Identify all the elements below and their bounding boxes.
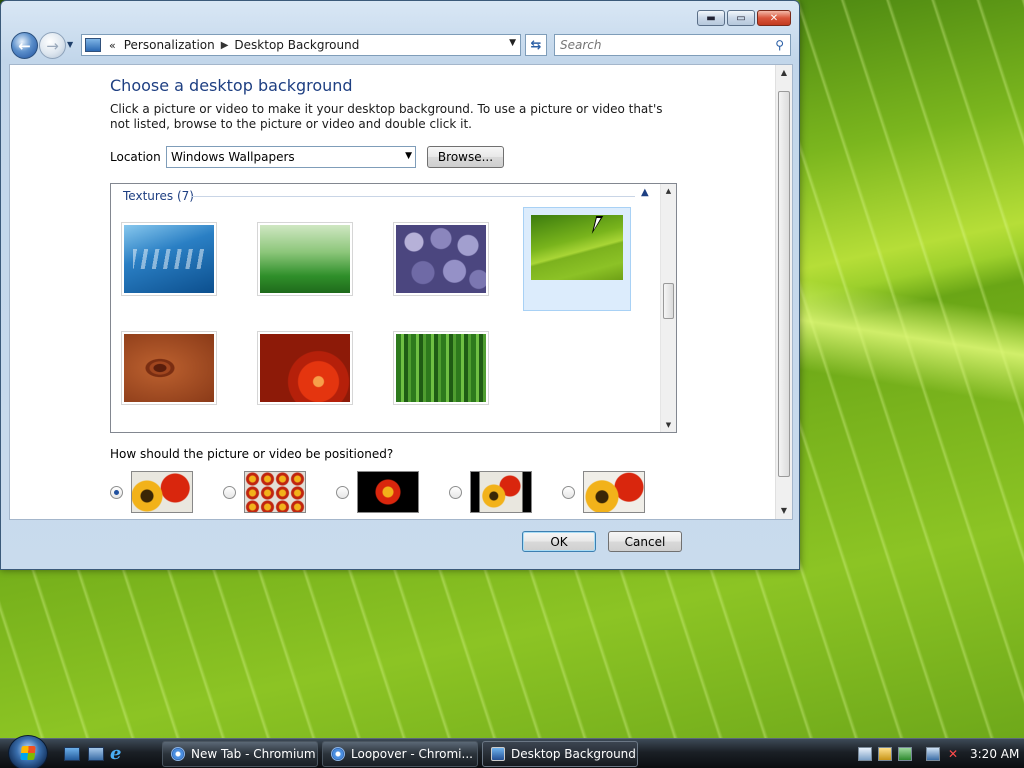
taskbar-item-desktop-background[interactable]: Desktop Background — [482, 741, 638, 767]
position-option-fit[interactable] — [449, 471, 532, 513]
tray-update-icon[interactable] — [898, 747, 912, 761]
taskbar-item-label: Desktop Background — [511, 747, 636, 761]
stretch-radio[interactable] — [562, 485, 575, 499]
content-scrollbar[interactable]: ▲ ▼ — [775, 65, 792, 519]
breadcrumb-personalization[interactable]: Personalization — [124, 38, 215, 52]
fill-preview[interactable] — [131, 471, 193, 513]
scroll-up-icon[interactable]: ▲ — [776, 65, 792, 81]
scroll-down-icon[interactable]: ▼ — [776, 503, 792, 519]
taskbar-item-label: Loopover - Chromi... — [351, 747, 473, 761]
scroll-up-icon[interactable]: ▲ — [661, 184, 676, 198]
back-arrow-icon: ← — [18, 36, 31, 55]
taskbar: e New Tab - Chromium Loopover - Chromi..… — [0, 735, 1024, 768]
close-button[interactable]: ✕ — [757, 10, 791, 26]
location-value: Windows Wallpapers — [171, 150, 295, 164]
maximize-button[interactable]: ▭ — [727, 10, 755, 26]
wallpaper-tile-bamboo[interactable] — [393, 331, 489, 405]
wallpaper-gallery: Textures (7) ▲ ▲ ▼ — [110, 183, 677, 433]
wallpaper-tile-grass[interactable] — [257, 222, 353, 296]
network-icon[interactable] — [926, 747, 940, 761]
stretch-preview[interactable] — [583, 471, 645, 513]
location-dropdown[interactable]: Windows Wallpapers ▼ — [166, 146, 416, 168]
tray-app-icon[interactable] — [858, 747, 872, 761]
search-box[interactable]: ⚲ — [554, 34, 791, 56]
switch-windows-icon[interactable] — [88, 747, 104, 761]
page-description: Click a picture or video to make it your… — [110, 102, 663, 131]
back-button[interactable]: ← — [11, 32, 38, 59]
position-option-fill[interactable] — [110, 471, 193, 513]
refresh-icon: ⇆ — [530, 37, 542, 53]
content-pane: Choose a desktop background Click a pict… — [9, 64, 793, 520]
forward-button[interactable]: → — [39, 32, 66, 59]
wallpaper-tile-wood[interactable] — [121, 331, 217, 405]
gallery-scrollbar[interactable]: ▲ ▼ — [660, 184, 676, 432]
group-divider — [191, 196, 635, 197]
wallpaper-tile-red-flower[interactable] — [257, 331, 353, 405]
page-title: Choose a desktop background — [110, 76, 353, 95]
chromium-icon — [331, 747, 345, 761]
chromium-icon — [171, 747, 185, 761]
wallpaper-thumbnail — [396, 225, 486, 293]
tile-radio[interactable] — [223, 485, 236, 499]
wallpaper-thumbnail — [124, 334, 214, 402]
system-tray: ✕ 3:20 AM — [852, 739, 1024, 768]
position-option-center[interactable] — [336, 471, 419, 513]
chevron-down-icon: ▼ — [67, 40, 74, 49]
volume-muted-icon[interactable]: ✕ — [946, 747, 960, 761]
cancel-button[interactable]: Cancel — [608, 531, 682, 552]
refresh-button[interactable]: ⇆ — [525, 34, 547, 56]
wallpaper-thumbnail — [260, 225, 350, 293]
show-desktop-icon[interactable] — [64, 747, 80, 761]
position-label: How should the picture or video be posit… — [110, 447, 394, 461]
control-panel-icon — [85, 38, 101, 52]
scroll-down-icon[interactable]: ▼ — [661, 418, 676, 432]
recent-pages-dropdown[interactable]: ▼ — [67, 40, 73, 49]
breadcrumb-desktop-background[interactable]: Desktop Background — [234, 38, 359, 52]
minimize-button[interactable]: ▬ — [697, 10, 725, 26]
start-button[interactable] — [8, 735, 48, 768]
desktop-background-window: ▬ ▭ ✕ ← → ▼ « Personalization ▶ Desktop … — [0, 0, 800, 570]
internet-explorer-icon[interactable]: e — [110, 744, 128, 764]
wallpaper-tile-fish[interactable] — [121, 222, 217, 296]
search-input[interactable] — [560, 38, 760, 52]
clock[interactable]: 3:20 AM — [970, 747, 1019, 761]
location-label: Location — [110, 150, 161, 164]
center-radio[interactable] — [336, 485, 349, 499]
wallpaper-tile-pebbles[interactable] — [393, 222, 489, 296]
fill-radio[interactable] — [110, 485, 123, 499]
wallpaper-thumbnail — [396, 334, 486, 402]
caption-buttons: ▬ ▭ ✕ — [697, 10, 791, 26]
address-overflow-icon[interactable]: « — [109, 39, 116, 52]
search-icon[interactable]: ⚲ — [775, 38, 784, 52]
wallpaper-thumbnail — [124, 225, 214, 293]
taskbar-item-loopover[interactable]: Loopover - Chromi... — [322, 741, 478, 767]
display-icon — [491, 747, 505, 761]
wallpaper-leaf-rib — [774, 277, 1024, 413]
breadcrumb-separator-icon[interactable]: ▶ — [221, 40, 229, 51]
group-header[interactable]: Textures (7) — [123, 189, 194, 203]
tray-security-icon[interactable] — [878, 747, 892, 761]
dropdown-arrow-icon[interactable]: ▼ — [405, 151, 412, 161]
wallpaper-thumbnail — [260, 334, 350, 402]
wallpaper-thumbnail — [531, 215, 623, 280]
wallpaper-tile-green-leaf[interactable] — [523, 207, 631, 311]
address-bar[interactable]: « Personalization ▶ Desktop Background ▼ — [81, 34, 521, 56]
fit-radio[interactable] — [449, 485, 462, 499]
tile-preview[interactable] — [244, 471, 306, 513]
taskbar-item-new-tab[interactable]: New Tab - Chromium — [162, 741, 318, 767]
ok-button[interactable]: OK — [522, 531, 596, 552]
address-dropdown-icon[interactable]: ▼ — [509, 38, 516, 48]
browse-button[interactable]: Browse... — [427, 146, 504, 168]
taskbar-item-label: New Tab - Chromium — [191, 747, 316, 761]
center-preview[interactable] — [357, 471, 419, 513]
collapse-group-icon[interactable]: ▲ — [641, 187, 649, 198]
position-option-tile[interactable] — [223, 471, 306, 513]
position-option-stretch[interactable] — [562, 471, 645, 513]
forward-arrow-icon: → — [46, 36, 59, 55]
fit-preview[interactable] — [470, 471, 532, 513]
gallery-scroll-thumb[interactable] — [663, 283, 674, 319]
content-scroll-thumb[interactable] — [778, 91, 790, 477]
